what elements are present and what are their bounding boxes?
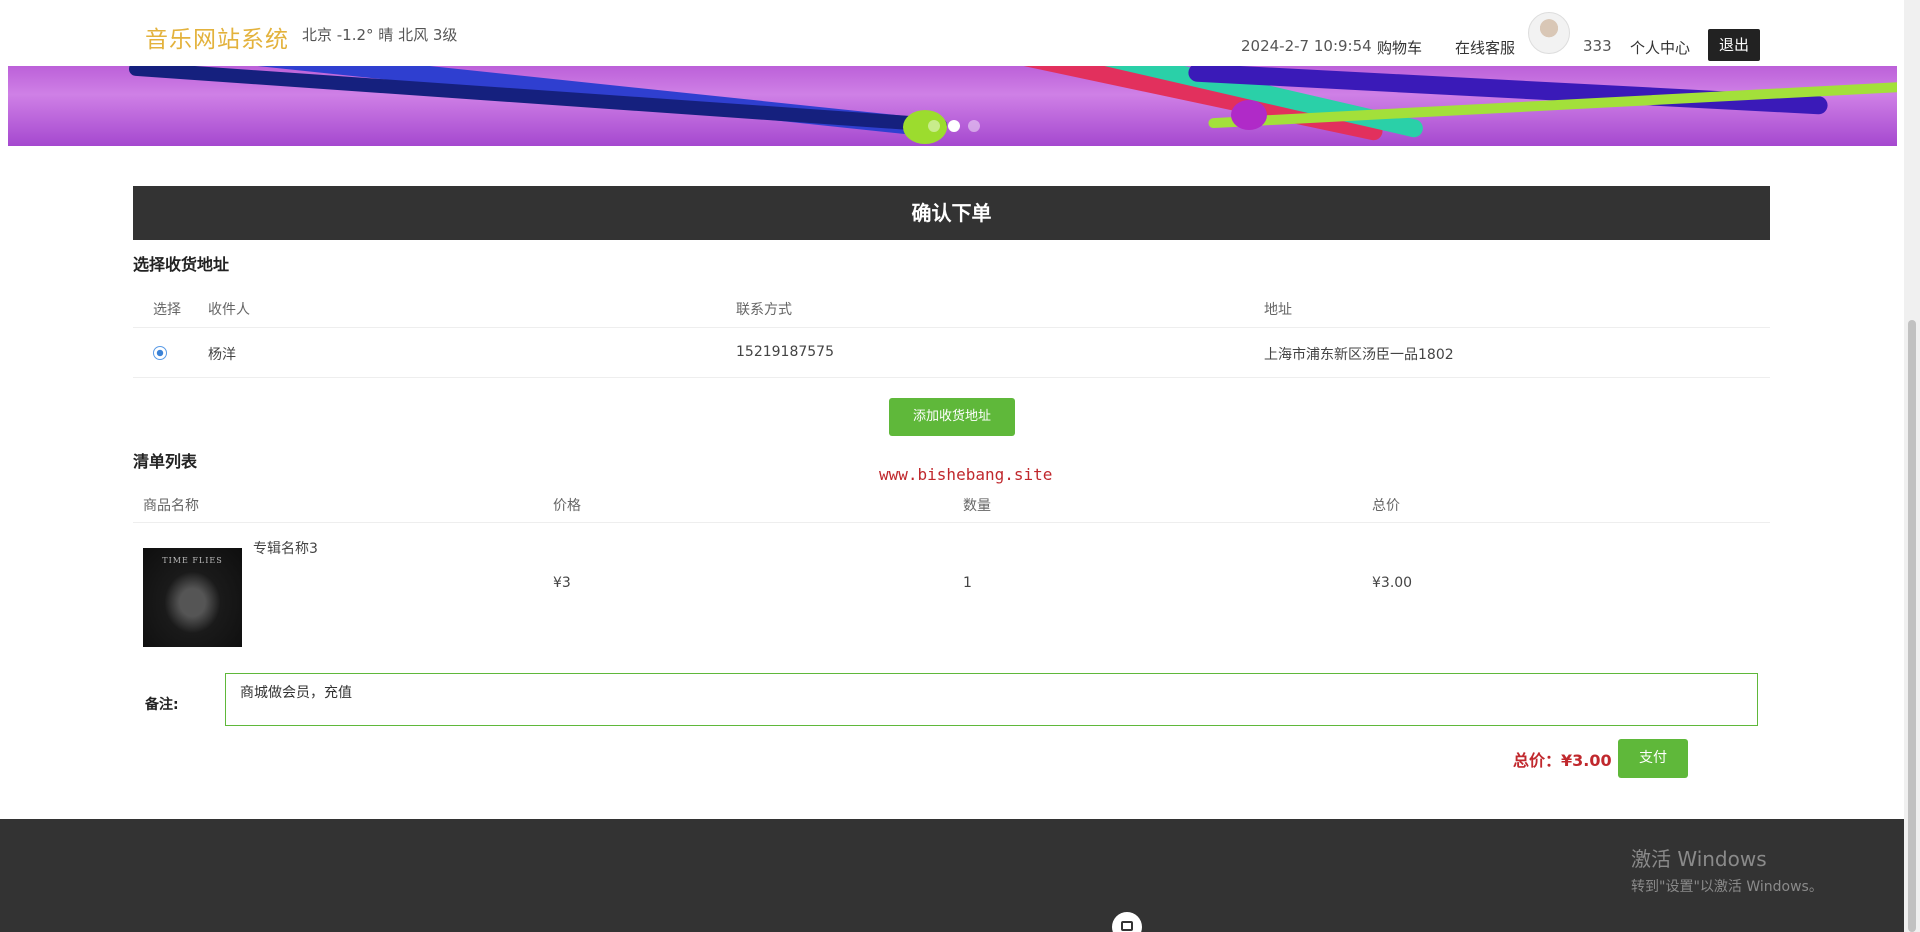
receiver-phone: 15219187575 [736, 344, 834, 360]
receiver-name: 杨洋 [208, 347, 236, 363]
activate-title: 激活 Windows [1631, 847, 1767, 871]
order-confirm-panel: 确认下单 选择收货地址 选择 收件人 联系方式 地址 杨洋 1521918757… [133, 186, 1770, 778]
col-contact: 联系方式 [736, 302, 792, 318]
product-quantity: 1 [963, 575, 972, 591]
watermark-text: www.bishebang.site [879, 465, 1053, 484]
col-address: 地址 [1264, 302, 1292, 318]
col-quantity: 数量 [963, 498, 991, 514]
list-item-row: 专辑名称3 ¥3 1 ¥3.00 [133, 523, 1770, 657]
page-footer [0, 819, 1904, 932]
col-subtotal: 总价 [1372, 498, 1400, 514]
add-address-button[interactable]: 添加收货地址 [889, 398, 1015, 436]
receiver-address: 上海市浦东新区汤臣一品1802 [1264, 347, 1454, 363]
col-receiver: 收件人 [208, 302, 250, 318]
avatar[interactable] [1528, 12, 1570, 54]
note-label: 备注: [145, 697, 179, 713]
cart-link[interactable]: 购物车 [1377, 37, 1422, 58]
col-select: 选择 [153, 302, 181, 318]
product-price: ¥3 [553, 575, 571, 591]
product-subtotal: ¥3.00 [1372, 575, 1413, 591]
weather-info: 北京 -1.2° 晴 北风 3级 [302, 26, 458, 44]
customer-service-link[interactable]: 在线客服 [1455, 37, 1515, 58]
address-radio[interactable] [153, 346, 167, 360]
username-label: 333 [1583, 37, 1612, 55]
list-table-header: 商品名称 价格 数量 总价 [133, 483, 1770, 523]
activate-subtitle: 转到"设置"以激活 Windows。 [1631, 879, 1823, 895]
address-section-title: 选择收货地址 [133, 255, 230, 274]
header-datetime: 2024-2-7 10:9:54 [1241, 37, 1372, 55]
address-table-header: 选择 收件人 联系方式 地址 [133, 286, 1770, 328]
address-row[interactable]: 杨洋 15219187575 上海市浦东新区汤臣一品1802 [133, 328, 1770, 378]
list-section-title: 清单列表 [133, 452, 198, 471]
note-textarea[interactable] [225, 673, 1758, 726]
scrollbar-thumb[interactable] [1908, 320, 1916, 932]
total-price: 总价：¥3.00 [1513, 751, 1612, 770]
logout-button[interactable]: 退出 [1708, 29, 1760, 61]
carousel-dot-1[interactable] [928, 120, 940, 132]
profile-link[interactable]: 个人中心 [1630, 37, 1690, 58]
banner-carousel[interactable] [8, 60, 1897, 146]
page: 音乐网站系统 北京 -1.2° 晴 北风 3级 2024-2-7 10:9:54… [0, 0, 1920, 932]
windows-activation-watermark: 激活 Windows 转到"设置"以激活 Windows。 [1631, 843, 1823, 896]
album-cover-image[interactable]: TIME FLIES [143, 548, 242, 647]
page-title: 确认下单 [133, 186, 1770, 240]
col-product-name: 商品名称 [143, 498, 199, 514]
carousel-dot-2[interactable] [948, 120, 960, 132]
col-price: 价格 [553, 498, 581, 514]
vertical-scrollbar[interactable] [1904, 0, 1920, 932]
top-header: 音乐网站系统 北京 -1.2° 晴 北风 3级 2024-2-7 10:9:54… [0, 0, 1904, 66]
carousel-dot-3[interactable] [968, 120, 980, 132]
product-name[interactable]: 专辑名称3 [253, 538, 318, 558]
pay-button[interactable]: 支付 [1618, 739, 1688, 778]
album-cover-text: TIME FLIES [162, 556, 223, 565]
site-logo[interactable]: 音乐网站系统 [145, 20, 289, 54]
